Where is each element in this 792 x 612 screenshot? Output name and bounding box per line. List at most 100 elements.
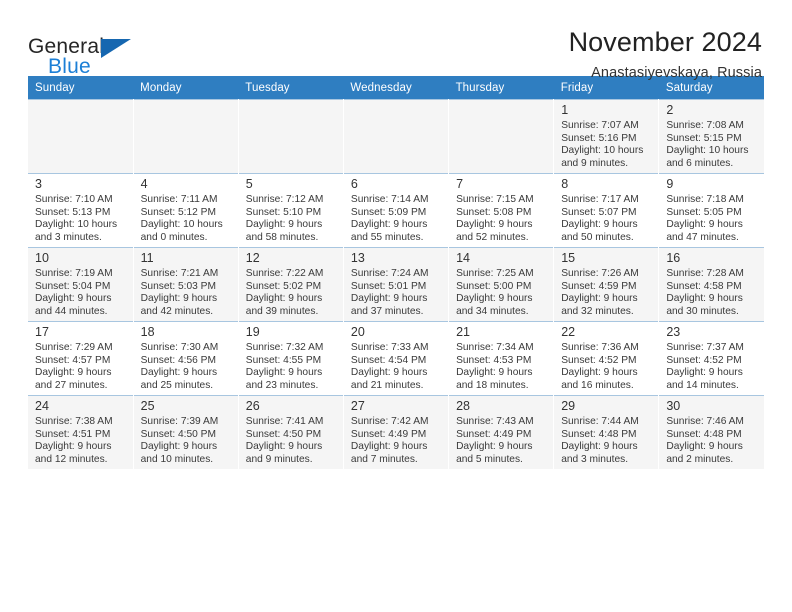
calendar-week-row: 1 Sunrise: 7:07 AM Sunset: 5:16 PM Daylig…	[28, 99, 764, 173]
sun-times-detail: Sunrise: 7:26 AM Sunset: 4:59 PM Dayligh…	[561, 268, 639, 317]
day-number: 1	[561, 103, 569, 117]
calendar-cell-inner: 13 Sunrise: 7:24 AM Sunset: 5:01 PM Dayli…	[343, 247, 449, 321]
calendar-day-cell[interactable]: 8 Sunrise: 7:17 AM Sunset: 5:07 PM Daylig…	[553, 173, 660, 247]
calendar-day-cell[interactable]: 22 Sunrise: 7:36 AM Sunset: 4:52 PM Dayli…	[553, 321, 660, 395]
day-number: 2	[666, 103, 674, 117]
calendar-cell-empty	[238, 99, 344, 173]
calendar-day-cell[interactable]: 21 Sunrise: 7:34 AM Sunset: 4:53 PM Dayli…	[448, 321, 555, 395]
calendar-cell-inner	[343, 99, 449, 173]
calendar-day-cell[interactable]: 4 Sunrise: 7:11 AM Sunset: 5:12 PM Daylig…	[133, 173, 239, 247]
calendar-cell-inner: 30 Sunrise: 7:46 AM Sunset: 4:48 PM Dayli…	[659, 395, 764, 469]
sun-times-detail: Sunrise: 7:36 AM Sunset: 4:52 PM Dayligh…	[561, 342, 639, 391]
calendar-cell-inner: 29 Sunrise: 7:44 AM Sunset: 4:48 PM Dayli…	[554, 395, 659, 469]
logo[interactable]: General Blue	[28, 28, 148, 80]
day-number: 22	[561, 325, 576, 339]
day-number: 14	[456, 251, 470, 265]
calendar-day-cell[interactable]: 5 Sunrise: 7:12 AM Sunset: 5:10 PM Daylig…	[238, 173, 344, 247]
calendar-day-cell[interactable]: 15 Sunrise: 7:26 AM Sunset: 4:59 PM Dayli…	[553, 247, 660, 321]
day-number: 27	[350, 399, 365, 413]
sun-times-detail: Sunrise: 7:24 AM Sunset: 5:01 PM Dayligh…	[350, 268, 429, 317]
calendar-day-cell[interactable]: 19 Sunrise: 7:32 AM Sunset: 4:55 PM Dayli…	[238, 321, 344, 395]
calendar-day-cell[interactable]: 29 Sunrise: 7:44 AM Sunset: 4:48 PM Dayli…	[553, 395, 660, 469]
sun-times-detail: Sunrise: 7:42 AM Sunset: 4:49 PM Dayligh…	[350, 416, 429, 465]
calendar-cell-inner	[449, 99, 554, 173]
calendar-cell-inner	[28, 99, 133, 173]
calendar-day-cell[interactable]: 11 Sunrise: 7:21 AM Sunset: 5:03 PM Dayli…	[133, 247, 239, 321]
calendar-day-cell[interactable]: 1 Sunrise: 7:07 AM Sunset: 5:16 PM Daylig…	[553, 99, 660, 173]
calendar-day-cell[interactable]: 12 Sunrise: 7:22 AM Sunset: 5:02 PM Dayli…	[238, 247, 344, 321]
calendar-cell-inner	[238, 99, 343, 173]
location-subtitle: Anastasiyevskaya, Russia	[591, 64, 762, 81]
calendar-cell-inner: 20 Sunrise: 7:33 AM Sunset: 4:54 PM Dayli…	[343, 321, 449, 395]
sun-times-detail: Sunrise: 7:25 AM Sunset: 5:00 PM Dayligh…	[456, 268, 534, 317]
calendar-day-cell[interactable]: 24 Sunrise: 7:38 AM Sunset: 4:51 PM Dayli…	[28, 395, 134, 469]
calendar-cell-inner: 10 Sunrise: 7:19 AM Sunset: 5:04 PM Dayli…	[28, 247, 133, 321]
sun-times-detail: Sunrise: 7:19 AM Sunset: 5:04 PM Dayligh…	[35, 268, 113, 317]
calendar-cell-inner: 25 Sunrise: 7:39 AM Sunset: 4:50 PM Dayli…	[133, 395, 238, 469]
calendar-day-cell[interactable]: 18 Sunrise: 7:30 AM Sunset: 4:56 PM Dayli…	[133, 321, 239, 395]
day-number: 4	[140, 177, 148, 191]
sun-times-detail: Sunrise: 7:22 AM Sunset: 5:02 PM Dayligh…	[245, 268, 324, 317]
day-number: 11	[140, 251, 154, 265]
calendar-cell-empty	[343, 99, 450, 173]
sun-times-detail: Sunrise: 7:15 AM Sunset: 5:08 PM Dayligh…	[456, 194, 534, 243]
day-number: 3	[35, 177, 42, 191]
day-number: 6	[350, 177, 358, 191]
day-number: 29	[561, 399, 576, 413]
calendar-day-cell[interactable]: 13 Sunrise: 7:24 AM Sunset: 5:01 PM Dayli…	[343, 247, 450, 321]
calendar-day-cell[interactable]: 23 Sunrise: 7:37 AM Sunset: 4:52 PM Dayli…	[658, 321, 764, 395]
day-number: 26	[245, 399, 260, 413]
logo-text-general: General	[28, 35, 105, 58]
sun-times-detail: Sunrise: 7:44 AM Sunset: 4:48 PM Dayligh…	[561, 416, 639, 465]
day-number: 23	[666, 325, 681, 339]
sun-times-detail: Sunrise: 7:12 AM Sunset: 5:10 PM Dayligh…	[245, 194, 324, 243]
calendar-cell-inner: 24 Sunrise: 7:38 AM Sunset: 4:51 PM Dayli…	[28, 395, 133, 469]
page-title: November 2024	[568, 27, 762, 57]
calendar-day-cell[interactable]: 10 Sunrise: 7:19 AM Sunset: 5:04 PM Dayli…	[28, 247, 134, 321]
calendar-cell-inner: 5 Sunrise: 7:12 AM Sunset: 5:10 PM Daylig…	[238, 173, 343, 247]
day-number: 7	[456, 177, 464, 191]
sun-times-detail: Sunrise: 7:11 AM Sunset: 5:12 PM Dayligh…	[140, 194, 223, 243]
calendar-cell-inner: 23 Sunrise: 7:37 AM Sunset: 4:52 PM Dayli…	[659, 321, 764, 395]
calendar-day-cell[interactable]: 20 Sunrise: 7:33 AM Sunset: 4:54 PM Dayli…	[343, 321, 450, 395]
day-number: 25	[140, 399, 155, 413]
calendar-day-cell[interactable]: 27 Sunrise: 7:42 AM Sunset: 4:49 PM Dayli…	[343, 395, 450, 469]
calendar-cell-inner: 28 Sunrise: 7:43 AM Sunset: 4:49 PM Dayli…	[449, 395, 554, 469]
sun-times-detail: Sunrise: 7:38 AM Sunset: 4:51 PM Dayligh…	[35, 416, 113, 465]
calendar-week-row: 24 Sunrise: 7:38 AM Sunset: 4:51 PM Dayli…	[28, 395, 764, 469]
calendar-cell-inner: 6 Sunrise: 7:14 AM Sunset: 5:09 PM Daylig…	[343, 173, 449, 247]
sun-times-detail: Sunrise: 7:18 AM Sunset: 5:05 PM Dayligh…	[666, 194, 744, 243]
day-number: 8	[561, 177, 569, 191]
calendar-day-cell[interactable]: 30 Sunrise: 7:46 AM Sunset: 4:48 PM Dayli…	[658, 395, 764, 469]
page-header: General Blue November 2024 Anastasiyevsk…	[28, 0, 764, 80]
calendar-day-cell[interactable]: 28 Sunrise: 7:43 AM Sunset: 4:49 PM Dayli…	[448, 395, 555, 469]
calendar-day-cell[interactable]: 7 Sunrise: 7:15 AM Sunset: 5:08 PM Daylig…	[448, 173, 555, 247]
calendar-day-cell[interactable]: 26 Sunrise: 7:41 AM Sunset: 4:50 PM Dayli…	[238, 395, 344, 469]
calendar-day-cell[interactable]: 9 Sunrise: 7:18 AM Sunset: 5:05 PM Daylig…	[658, 173, 764, 247]
calendar-day-cell[interactable]: 14 Sunrise: 7:25 AM Sunset: 5:00 PM Dayli…	[448, 247, 555, 321]
weekday-header-monday: Monday	[133, 76, 239, 99]
calendar-cell-inner: 18 Sunrise: 7:30 AM Sunset: 4:56 PM Dayli…	[133, 321, 238, 395]
calendar-cell-inner	[133, 99, 238, 173]
day-number: 18	[140, 325, 155, 339]
calendar-day-cell[interactable]: 3 Sunrise: 7:10 AM Sunset: 5:13 PM Daylig…	[28, 173, 134, 247]
weekday-header-tuesday: Tuesday	[238, 76, 344, 99]
day-number: 21	[456, 325, 470, 339]
calendar-day-cell[interactable]: 25 Sunrise: 7:39 AM Sunset: 4:50 PM Dayli…	[133, 395, 239, 469]
calendar-day-cell[interactable]: 6 Sunrise: 7:14 AM Sunset: 5:09 PM Daylig…	[343, 173, 450, 247]
sun-times-detail: Sunrise: 7:08 AM Sunset: 5:15 PM Dayligh…	[666, 120, 749, 169]
calendar-day-cell[interactable]: 2 Sunrise: 7:08 AM Sunset: 5:15 PM Daylig…	[658, 99, 764, 173]
calendar-week-row: 10 Sunrise: 7:19 AM Sunset: 5:04 PM Dayli…	[28, 247, 764, 321]
day-number: 19	[245, 325, 260, 339]
sun-times-detail: Sunrise: 7:33 AM Sunset: 4:54 PM Dayligh…	[350, 342, 429, 391]
sun-times-detail: Sunrise: 7:30 AM Sunset: 4:56 PM Dayligh…	[140, 342, 219, 391]
calendar-day-cell[interactable]: 16 Sunrise: 7:28 AM Sunset: 4:58 PM Dayli…	[658, 247, 764, 321]
sun-times-detail: Sunrise: 7:28 AM Sunset: 4:58 PM Dayligh…	[666, 268, 744, 317]
calendar-cell-inner: 21 Sunrise: 7:34 AM Sunset: 4:53 PM Dayli…	[449, 321, 554, 395]
sun-times-detail: Sunrise: 7:32 AM Sunset: 4:55 PM Dayligh…	[245, 342, 324, 391]
calendar-cell-inner: 2 Sunrise: 7:08 AM Sunset: 5:15 PM Daylig…	[659, 99, 764, 173]
calendar-day-cell[interactable]: 17 Sunrise: 7:29 AM Sunset: 4:57 PM Dayli…	[28, 321, 134, 395]
calendar-cell-inner: 9 Sunrise: 7:18 AM Sunset: 5:05 PM Daylig…	[659, 173, 764, 247]
sun-times-detail: Sunrise: 7:10 AM Sunset: 5:13 PM Dayligh…	[35, 194, 118, 243]
sun-times-detail: Sunrise: 7:17 AM Sunset: 5:07 PM Dayligh…	[561, 194, 639, 243]
